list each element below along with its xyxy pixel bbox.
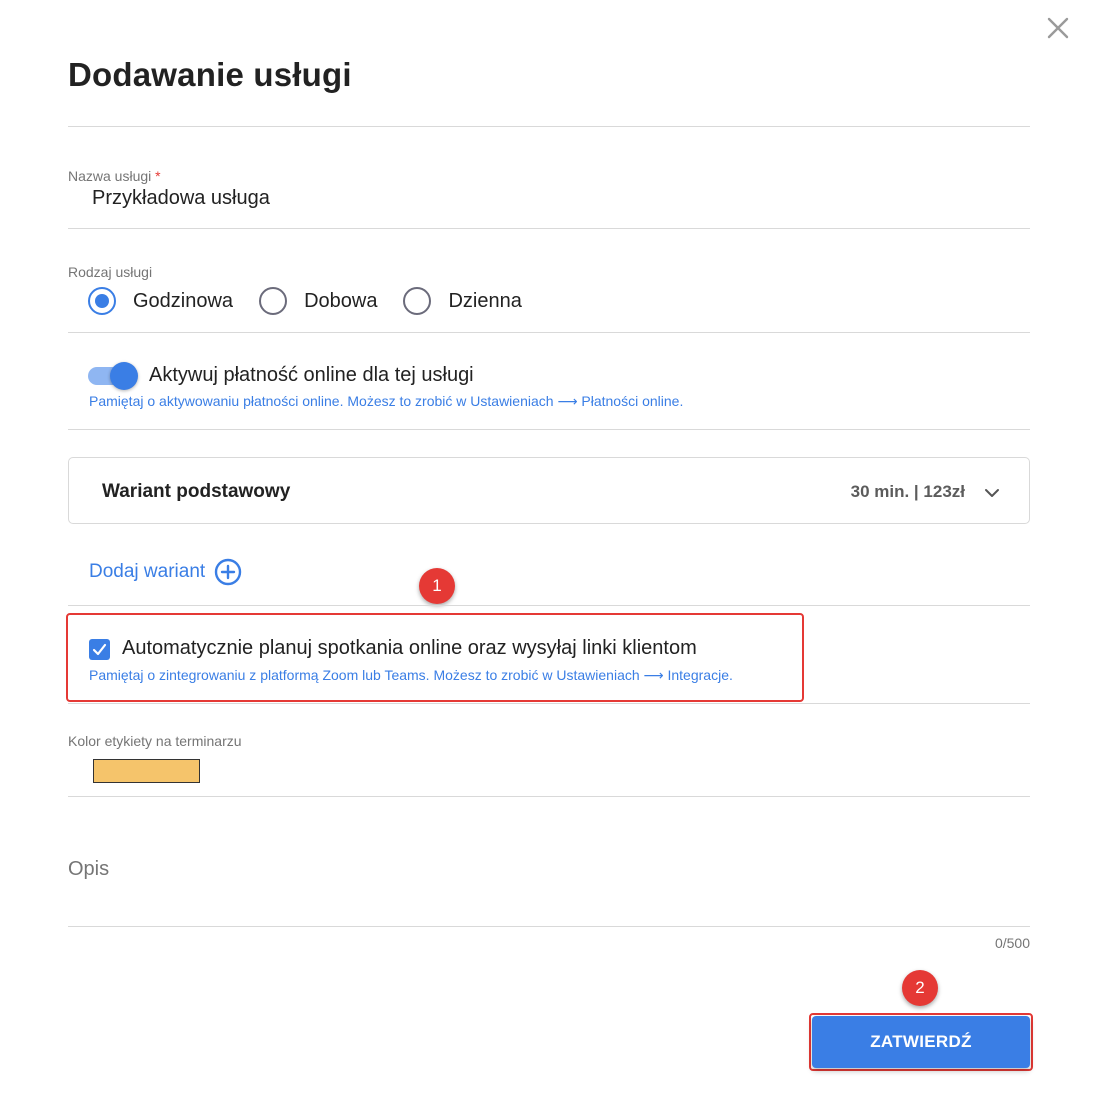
radio-button[interactable]	[88, 287, 116, 315]
add-variant-label: Dodaj wariant	[89, 561, 206, 582]
auto-meetings-hint: Pamiętaj o zintegrowaniu z platformą Zoo…	[89, 667, 733, 683]
radio-option-godzinowa[interactable]: Godzinowa	[88, 287, 233, 315]
radio-label: Dzienna	[448, 289, 522, 312]
variant-name: Wariant podstawowy	[102, 481, 291, 502]
radio-label: Dobowa	[304, 289, 378, 312]
divider	[68, 429, 1030, 430]
toggle-thumb	[110, 362, 138, 390]
divider	[68, 126, 1030, 127]
close-icon	[1047, 17, 1069, 39]
close-button[interactable]	[1044, 14, 1072, 42]
radio-button[interactable]	[403, 287, 432, 315]
online-payment-toggle[interactable]	[88, 362, 140, 390]
plus-circle-icon	[214, 558, 242, 586]
label-color-label: Kolor etykiety na terminarzu	[68, 733, 242, 749]
divider	[68, 605, 1030, 606]
add-service-dialog: Dodawanie usługi Nazwa usługi * Przykład…	[0, 0, 1098, 1108]
online-payment-label: Aktywuj płatność online dla tej usługi	[149, 364, 474, 386]
radio-option-dobowa[interactable]: Dobowa	[259, 287, 377, 315]
radio-label: Godzinowa	[133, 289, 234, 312]
service-name-input[interactable]: Przykładowa usługa	[92, 187, 270, 210]
divider	[68, 332, 1030, 333]
add-variant-button[interactable]: Dodaj wariant	[89, 558, 242, 586]
dialog-title: Dodawanie usługi	[68, 56, 352, 93]
description-underline	[68, 926, 1030, 927]
label-color-swatch[interactable]	[93, 759, 200, 783]
step-marker-1: 1	[419, 568, 455, 604]
radio-button[interactable]	[259, 287, 288, 315]
step-marker-2: 2	[902, 970, 938, 1006]
checkmark-icon	[92, 643, 107, 656]
service-name-label-text: Nazwa usługi	[68, 168, 152, 184]
variant-card[interactable]: Wariant podstawowy 30 min. | 123zł	[68, 457, 1030, 524]
service-name-label: Nazwa usługi *	[68, 168, 161, 184]
variant-meta: 30 min. | 123zł	[850, 482, 965, 501]
divider	[68, 796, 1030, 797]
service-type-radio-group: Godzinowa Dobowa Dzienna	[88, 287, 548, 315]
service-type-label: Rodzaj usługi	[68, 264, 153, 280]
radio-option-dzienna[interactable]: Dzienna	[403, 287, 522, 315]
description-input[interactable]: Opis	[68, 858, 109, 881]
online-payment-hint: Pamiętaj o aktywowaniu płatności online.…	[89, 393, 684, 409]
chevron-down-icon[interactable]	[983, 484, 1001, 502]
service-name-underline	[68, 228, 1030, 229]
char-counter: 0/500	[994, 935, 1030, 951]
divider	[68, 703, 1030, 704]
submit-button[interactable]: ZATWIERDŹ	[812, 1016, 1030, 1068]
auto-meetings-checkbox[interactable]	[89, 639, 110, 660]
required-mark: *	[155, 168, 161, 184]
auto-meetings-label: Automatycznie planuj spotkania online or…	[122, 637, 697, 659]
